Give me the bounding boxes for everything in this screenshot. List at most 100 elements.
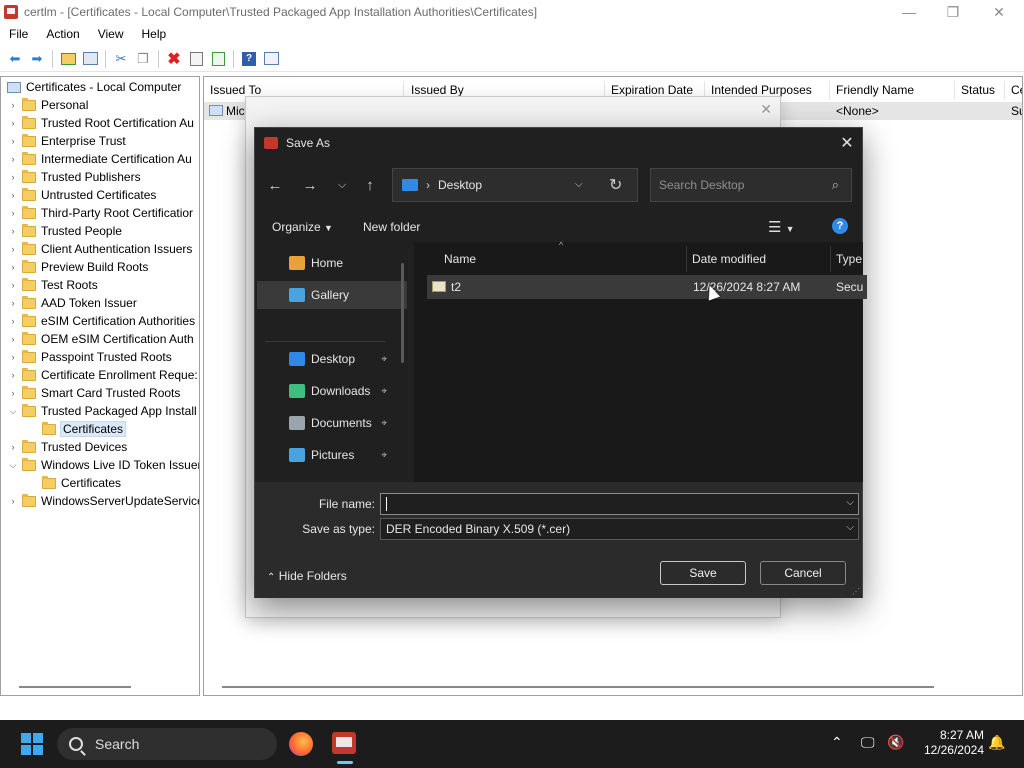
tree-item[interactable]: › Passpoint Trusted Roots	[7, 348, 172, 366]
tree-item[interactable]: › Trusted Publishers	[7, 168, 141, 186]
column-friendly-name[interactable]: Friendly Name	[830, 81, 955, 99]
column-status[interactable]: Status	[955, 81, 1005, 99]
nav-up-icon[interactable]: ↑	[357, 174, 383, 196]
expand-chevron-icon[interactable]: ›	[7, 172, 19, 182]
organize-button[interactable]: Organize ▼	[272, 220, 333, 234]
console-tree[interactable]: Certificates - Local Computer › Personal ›…	[0, 76, 200, 696]
navigation-pane[interactable]: Home Gallery Desktop ⌖ Downloads ⌖ Documents ⌖ P…	[255, 245, 411, 481]
tree-item[interactable]: › Intermediate Certification Au	[7, 150, 192, 168]
menu-file[interactable]: File	[0, 27, 37, 41]
tree-item[interactable]: › Preview Build Roots	[7, 258, 148, 276]
tree-horizontal-scrollbar[interactable]	[19, 686, 131, 688]
expand-chevron-icon[interactable]: ›	[7, 316, 19, 326]
nav-item[interactable]: Downloads ⌖	[257, 377, 407, 405]
properties-icon[interactable]	[185, 48, 207, 70]
tree-item[interactable]: › Smart Card Trusted Roots	[7, 384, 180, 402]
file-row[interactable]: t2 12/26/2024 8:27 AM Secu	[427, 275, 867, 299]
menu-action[interactable]: Action	[37, 27, 88, 41]
tree-root[interactable]: Certificates - Local Computer	[4, 78, 181, 96]
address-bar[interactable]: › Desktop ⌵ ↻	[392, 168, 638, 202]
tree-item[interactable]: › Third-Party Root Certificatior	[7, 204, 193, 222]
taskbar-search[interactable]: Search	[57, 728, 277, 760]
back-arrow-icon[interactable]: ⬅	[4, 48, 26, 70]
hide-folders-button[interactable]: ⌃ Hide Folders	[267, 569, 347, 583]
tree-item[interactable]: › eSIM Certification Authorities	[7, 312, 195, 330]
delete-icon[interactable]: ✖	[163, 48, 185, 70]
resize-grip-icon[interactable]: ⋰	[852, 587, 860, 596]
minimize-button[interactable]: —	[886, 0, 932, 24]
firefox-icon[interactable]	[289, 732, 313, 756]
system-clock[interactable]: 8:27 AM 12/26/2024	[914, 728, 984, 758]
expand-chevron-icon[interactable]: ›	[7, 208, 19, 218]
expand-chevron-icon[interactable]: ›	[7, 118, 19, 128]
start-button[interactable]	[21, 733, 43, 755]
tree-item[interactable]: › OEM eSIM Certification Auth	[7, 330, 194, 348]
expand-chevron-icon[interactable]: ›	[7, 388, 19, 398]
address-dropdown-icon[interactable]: ⌵	[575, 179, 583, 190]
show-hide-tree-icon[interactable]	[79, 48, 101, 70]
tree-item[interactable]: ⌵ Windows Live ID Token Issuer	[7, 456, 199, 474]
nav-back-icon[interactable]: ←	[262, 174, 288, 196]
refresh-icon[interactable]: ↻	[609, 175, 622, 195]
save-as-close-icon[interactable]: ✕	[832, 128, 862, 158]
maximize-button[interactable]: ❐	[930, 0, 976, 24]
expand-chevron-icon[interactable]: ›	[7, 334, 19, 344]
expand-chevron-icon[interactable]: ›	[7, 496, 19, 506]
nav-item[interactable]: Desktop ⌖	[257, 345, 407, 373]
save-type-dropdown-icon[interactable]: ⌵	[846, 522, 854, 533]
expand-chevron-icon[interactable]: ›	[7, 280, 19, 290]
notification-bell-icon[interactable]: 🔔	[988, 734, 1005, 751]
new-folder-button[interactable]: New folder	[363, 220, 420, 234]
expand-chevron-icon[interactable]: ›	[7, 244, 19, 254]
tree-item[interactable]: Certificates	[39, 420, 127, 438]
tree-item[interactable]: › Test Roots	[7, 276, 98, 294]
export-list-icon[interactable]	[207, 48, 229, 70]
tree-item[interactable]: Certificates	[39, 474, 121, 492]
nav-scrollbar[interactable]	[401, 263, 404, 363]
save-type-select[interactable]: DER Encoded Binary X.509 (*.cer) ⌵	[380, 518, 859, 540]
tree-item[interactable]: › Trusted People	[7, 222, 122, 240]
expand-chevron-icon[interactable]: ›	[7, 190, 19, 200]
network-icon[interactable]: 🖵	[861, 734, 875, 751]
tree-item[interactable]: › AAD Token Issuer	[7, 294, 137, 312]
collapse-chevron-icon[interactable]: ⌵	[7, 460, 19, 471]
volume-muted-icon[interactable]: 🔇	[887, 734, 904, 751]
nav-forward-icon[interactable]: →	[297, 174, 323, 196]
expand-chevron-icon[interactable]: ›	[7, 226, 19, 236]
expand-chevron-icon[interactable]: ›	[7, 442, 19, 452]
file-list[interactable]: Name ^ Date modified Type t2 12/26/2024 …	[414, 240, 867, 482]
expand-chevron-icon[interactable]: ›	[7, 370, 19, 380]
nav-item[interactable]: Documents ⌖	[257, 409, 407, 437]
collapse-chevron-icon[interactable]: ⌵	[7, 406, 19, 417]
expand-chevron-icon[interactable]: ›	[7, 136, 19, 146]
menu-help[interactable]: Help	[133, 27, 176, 41]
file-name-input[interactable]: ⌵	[380, 493, 859, 515]
cancel-button[interactable]: Cancel	[760, 561, 846, 585]
help-icon[interactable]: ?	[238, 48, 260, 70]
view-options-icon[interactable]: ☰ ▼	[768, 218, 795, 236]
certlm-taskbar-icon[interactable]	[332, 732, 356, 754]
expand-chevron-icon[interactable]: ›	[7, 154, 19, 164]
forward-arrow-icon[interactable]: ➡	[26, 48, 48, 70]
column-type[interactable]: Type	[836, 248, 862, 270]
expand-chevron-icon[interactable]: ›	[7, 262, 19, 272]
tree-item[interactable]: › WindowsServerUpdateService	[7, 492, 199, 510]
copy-icon[interactable]: ❐	[132, 48, 154, 70]
tree-item[interactable]: › Trusted Devices	[7, 438, 127, 456]
list-horizontal-scrollbar[interactable]	[222, 686, 934, 688]
view-pane-icon[interactable]	[260, 48, 282, 70]
menu-view[interactable]: View	[89, 27, 133, 41]
column-certificate-template[interactable]: Ce	[1005, 81, 1022, 99]
expand-chevron-icon[interactable]: ›	[7, 352, 19, 362]
tree-item[interactable]: › Client Authentication Issuers	[7, 240, 192, 258]
search-box[interactable]: Search Desktop ⌕	[650, 168, 852, 202]
tree-item[interactable]: › Personal	[7, 96, 88, 114]
close-button[interactable]: ✕	[976, 0, 1022, 24]
column-name[interactable]: Name	[444, 248, 476, 270]
nav-item[interactable]: Gallery	[257, 281, 407, 309]
file-name-dropdown-icon[interactable]: ⌵	[846, 497, 854, 508]
tree-item[interactable]: › Enterprise Trust	[7, 132, 126, 150]
up-folder-icon[interactable]	[57, 48, 79, 70]
tree-item[interactable]: › Trusted Root Certification Au	[7, 114, 194, 132]
tree-item[interactable]: ⌵ Trusted Packaged App Install	[7, 402, 197, 420]
